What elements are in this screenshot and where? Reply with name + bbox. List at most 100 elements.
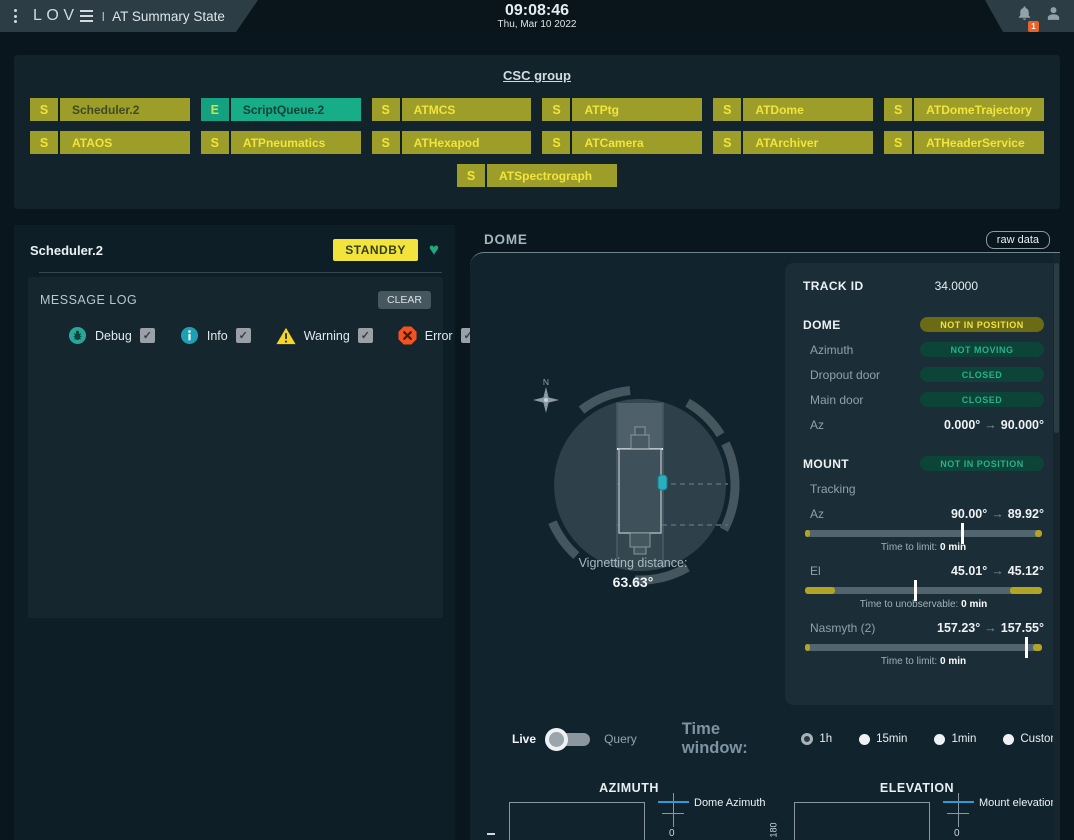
- dome-az-from: 0.000°: [944, 418, 980, 432]
- csc-state-letter: S: [542, 131, 572, 154]
- azimuth-chart-plot[interactable]: [509, 802, 645, 840]
- csc-state-letter: S: [30, 131, 60, 154]
- arrow-icon: →: [987, 564, 1008, 578]
- radio-1min[interactable]: 1min: [934, 733, 976, 745]
- csc-button-athexapod[interactable]: S ATHexapod: [372, 131, 532, 154]
- csc-button-atmcs[interactable]: S ATMCS: [372, 98, 532, 121]
- csc-state-letter: S: [372, 98, 402, 121]
- vignetting-distance: Vignetting distance: 63.63°: [523, 556, 743, 590]
- limit-zone: [1035, 530, 1042, 537]
- top-bar: 09:08:46 Thu, Mar 10 2022 LOV I AT Summa…: [0, 0, 1074, 32]
- user-icon[interactable]: [1045, 5, 1062, 27]
- csc-state-letter: S: [884, 131, 914, 154]
- filter-label: Warning: [304, 329, 350, 343]
- nasmyth-to: 157.55°: [1001, 621, 1044, 635]
- dome-az-values: 0.000°→90.000°: [944, 418, 1044, 432]
- csc-state-letter: S: [884, 98, 914, 121]
- filter-label: Debug: [95, 329, 132, 343]
- radio-button[interactable]: [1003, 734, 1014, 745]
- message-log-title: MESSAGE LOG: [40, 293, 137, 307]
- radio-button[interactable]: [859, 734, 870, 745]
- live-label: Live: [512, 732, 536, 746]
- legend-label: Dome Azimuth: [694, 797, 766, 809]
- csc-button-atcamera[interactable]: S ATCamera: [542, 131, 702, 154]
- mount-az-slider-marker[interactable]: [961, 523, 964, 544]
- radio-15min[interactable]: 15min: [859, 733, 907, 745]
- csc-state-letter: S: [201, 131, 231, 154]
- page-content: CSC group S Scheduler.2 E ScriptQueue.2 …: [0, 32, 1074, 840]
- raw-data-button[interactable]: raw data: [986, 231, 1050, 249]
- azimuth-axis-tick-fragment: [487, 833, 495, 835]
- logo-separator: I: [102, 9, 106, 24]
- azimuth-chart: AZIMUTH Dome Azimuth 0: [509, 781, 749, 838]
- csc-group-title[interactable]: CSC group: [30, 68, 1044, 83]
- elevation-axis-tick-fragment: 180: [769, 822, 779, 837]
- filter-label: Info: [207, 329, 228, 343]
- csc-button-atheaderservice[interactable]: S ATHeaderService: [884, 131, 1044, 154]
- csc-label: ATHeaderService: [914, 131, 1044, 154]
- mount-az-label: Az: [810, 507, 824, 521]
- debug-checkbox[interactable]: [140, 328, 155, 343]
- main-door-label: Main door: [810, 393, 863, 407]
- live-query-toggle[interactable]: [548, 733, 590, 746]
- csc-button-ataos[interactable]: S ATAOS: [30, 131, 190, 154]
- mount-az-slider: [805, 530, 1042, 537]
- radio-custom[interactable]: Custom: [1003, 733, 1060, 745]
- warning-checkbox[interactable]: [358, 328, 373, 343]
- header-right-tab: 1: [985, 0, 1074, 32]
- legend-mount-elevation-line: [943, 801, 974, 803]
- scheduler-header: Scheduler.2 STANDBY: [14, 225, 455, 272]
- bottom-charts: AZIMUTH Dome Azimuth 0 ELEVATION: [470, 781, 1060, 838]
- csc-button-atptg[interactable]: S ATPtg: [542, 98, 702, 121]
- vignetting-value: 63.63°: [523, 574, 743, 590]
- info-checkbox[interactable]: [236, 328, 251, 343]
- radio-label: 1min: [951, 733, 976, 745]
- notifications-bell-icon[interactable]: 1: [1016, 5, 1033, 27]
- query-label: Query: [604, 732, 637, 746]
- csc-grid-row3: S ATSpectrograph: [30, 164, 1044, 187]
- clear-button[interactable]: CLEAR: [378, 291, 431, 309]
- toggle-knob[interactable]: [545, 728, 568, 751]
- legend-tick: 0: [954, 828, 960, 839]
- csc-state-letter: E: [201, 98, 231, 121]
- radio-1h[interactable]: 1h: [801, 733, 832, 745]
- caption-value: 0 min: [940, 656, 966, 667]
- radio-button[interactable]: [934, 734, 945, 745]
- csc-label: ATDomeTrajectory: [914, 98, 1044, 121]
- radio-button[interactable]: [801, 733, 813, 745]
- dome-panel-body: N: [470, 252, 1060, 840]
- scheduler-state-badge[interactable]: STANDBY: [333, 239, 418, 261]
- mount-el-slider-marker[interactable]: [914, 580, 917, 601]
- divider: [39, 272, 442, 273]
- csc-label: ATPneumatics: [231, 131, 361, 154]
- mount-el-values: 45.01°→45.12°: [951, 564, 1044, 578]
- time-controls: Live Query Time window: 1h 15min: [470, 727, 1060, 751]
- csc-button-atarchiver[interactable]: S ATArchiver: [713, 131, 873, 154]
- limit-zone: [805, 644, 810, 651]
- scrollbar-thumb[interactable]: [1054, 263, 1059, 433]
- kebab-menu-icon[interactable]: [10, 5, 21, 27]
- vignetting-label: Vignetting distance:: [523, 556, 743, 570]
- page-title: AT Summary State: [112, 9, 225, 24]
- filter-debug: Debug: [68, 326, 155, 345]
- love-logo: LOV I AT Summary State: [33, 7, 225, 25]
- csc-button-atdome[interactable]: S ATDome: [713, 98, 873, 121]
- nasmyth-slider: [805, 644, 1042, 651]
- csc-button-scheduler2[interactable]: S Scheduler.2: [30, 98, 190, 121]
- csc-button-scriptqueue2[interactable]: E ScriptQueue.2: [201, 98, 361, 121]
- csc-button-atspectrograph[interactable]: S ATSpectrograph: [457, 164, 617, 187]
- nasmyth-slider-marker[interactable]: [1025, 637, 1028, 658]
- dome-panel-scrollbar[interactable]: [1053, 253, 1060, 840]
- csc-state-letter: S: [713, 131, 743, 154]
- elevation-chart-plot[interactable]: [794, 802, 930, 840]
- log-filters: Debug Info Warning E: [68, 326, 431, 345]
- tracking-label: Tracking: [810, 482, 856, 496]
- mount-el-caption: Time to unobservable: 0 min: [803, 599, 1044, 610]
- csc-button-atdometrajectory[interactable]: S ATDomeTrajectory: [884, 98, 1044, 121]
- csc-grid: S Scheduler.2 E ScriptQueue.2 S ATMCS S …: [30, 98, 1044, 154]
- dropout-door-badge: CLOSED: [920, 367, 1044, 382]
- nasmyth-from: 157.23°: [937, 621, 980, 635]
- csc-button-atpneumatics[interactable]: S ATPneumatics: [201, 131, 361, 154]
- mount-section-label: MOUNT: [803, 457, 849, 471]
- azimuth-chart-legend: Dome Azimuth 0: [657, 793, 752, 838]
